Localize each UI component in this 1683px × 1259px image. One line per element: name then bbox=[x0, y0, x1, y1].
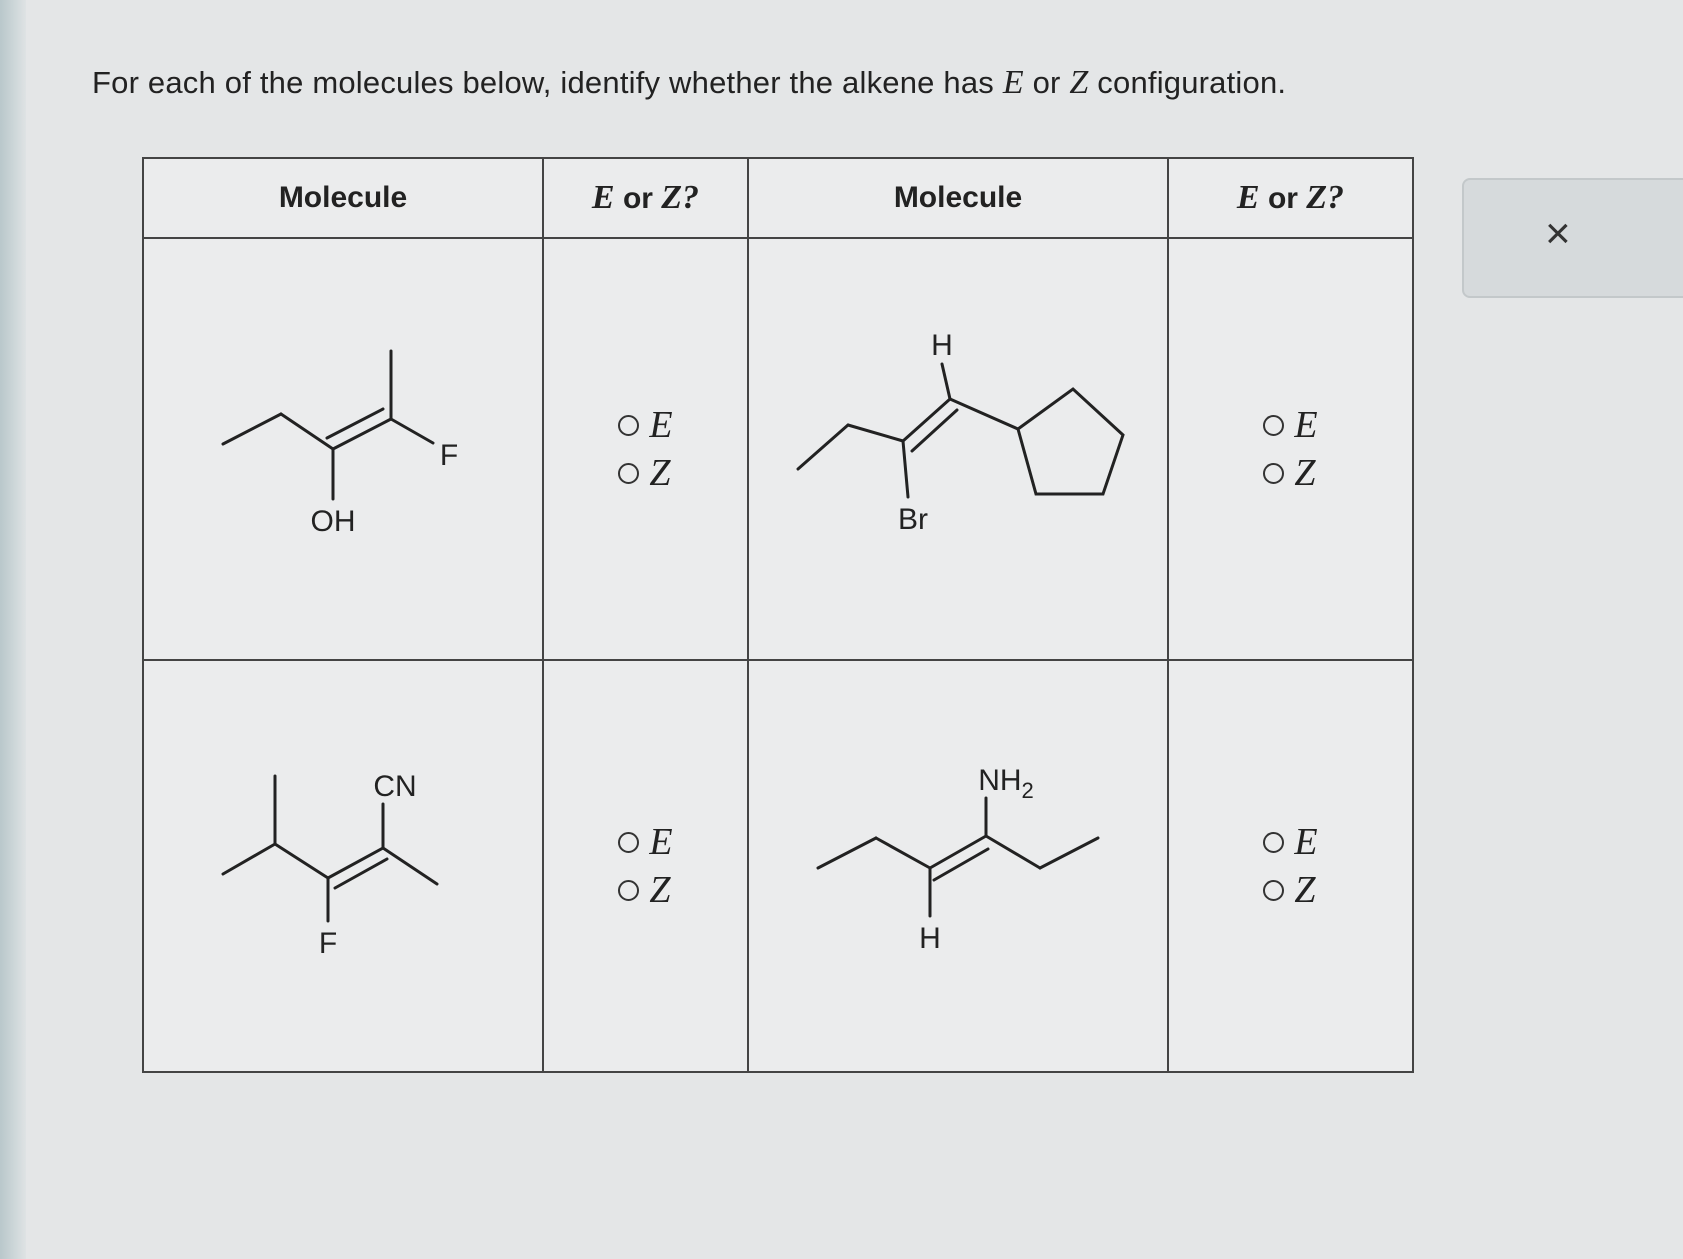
molecule-2-label-br: Br bbox=[898, 503, 928, 536]
molecule-structure-3: CN F bbox=[221, 770, 439, 960]
radio-group-3: E Z bbox=[618, 818, 673, 914]
radio-button[interactable] bbox=[618, 462, 640, 484]
molecule-3-label-cn: CN bbox=[373, 770, 416, 803]
window-edge bbox=[0, 0, 26, 1259]
question-text: For each of the molecules below, identif… bbox=[92, 64, 1287, 101]
molecule-cell-4: NH2 H bbox=[747, 659, 1169, 1073]
table-header-row: Molecule E or Z? Molecule E or Z? bbox=[142, 157, 1414, 239]
answer-cell-2: E Z bbox=[1167, 237, 1414, 661]
header-e-or-z-1: E or Z? bbox=[542, 157, 749, 239]
radio-button[interactable] bbox=[618, 831, 640, 853]
option-z-3[interactable]: Z bbox=[618, 866, 672, 914]
option-z-1[interactable]: Z bbox=[618, 449, 672, 497]
molecule-cell-3: CN F bbox=[142, 659, 544, 1073]
header-molecule-1: Molecule bbox=[142, 157, 544, 239]
close-icon[interactable]: × bbox=[1545, 212, 1571, 256]
molecule-structure-1: OH F bbox=[221, 349, 458, 538]
molecule-3-label-f: F bbox=[319, 927, 337, 960]
radio-group-1: E Z bbox=[618, 401, 673, 497]
option-e-1[interactable]: E bbox=[618, 401, 673, 449]
radio-group-4: E Z bbox=[1263, 818, 1318, 914]
molecule-4-label-h: H bbox=[919, 922, 941, 955]
radio-button[interactable] bbox=[1263, 879, 1285, 901]
radio-button[interactable] bbox=[1263, 462, 1285, 484]
answer-cell-3: E Z bbox=[542, 659, 749, 1073]
molecule-1-label-oh: OH bbox=[311, 505, 356, 538]
molecule-structure-2: H Br bbox=[796, 329, 1125, 536]
radio-button[interactable] bbox=[618, 414, 640, 436]
answer-table: Molecule E or Z? Molecule E or Z? OH F E… bbox=[142, 157, 1414, 1073]
table-row: OH F E Z H Br E Z bbox=[142, 237, 1414, 661]
molecule-2-label-h: H bbox=[931, 329, 953, 362]
option-z-2[interactable]: Z bbox=[1263, 449, 1317, 497]
header-e-or-z-2: E or Z? bbox=[1167, 157, 1414, 239]
side-panel-button[interactable] bbox=[1462, 178, 1683, 298]
header-molecule-2: Molecule bbox=[747, 157, 1169, 239]
option-z-4[interactable]: Z bbox=[1263, 866, 1317, 914]
option-e-4[interactable]: E bbox=[1263, 818, 1318, 866]
radio-button[interactable] bbox=[1263, 414, 1285, 436]
answer-cell-4: E Z bbox=[1167, 659, 1414, 1073]
molecule-structure-4: NH2 H bbox=[816, 764, 1100, 955]
option-e-2[interactable]: E bbox=[1263, 401, 1318, 449]
molecule-cell-2: H Br bbox=[747, 237, 1169, 661]
radio-button[interactable] bbox=[1263, 831, 1285, 853]
molecule-1-label-f: F bbox=[440, 439, 458, 472]
radio-button[interactable] bbox=[618, 879, 640, 901]
answer-cell-1: E Z bbox=[542, 237, 749, 661]
table-row: CN F E Z NH2 H E Z bbox=[142, 659, 1414, 1073]
option-e-3[interactable]: E bbox=[618, 818, 673, 866]
molecule-cell-1: OH F bbox=[142, 237, 544, 661]
radio-group-2: E Z bbox=[1263, 401, 1318, 497]
